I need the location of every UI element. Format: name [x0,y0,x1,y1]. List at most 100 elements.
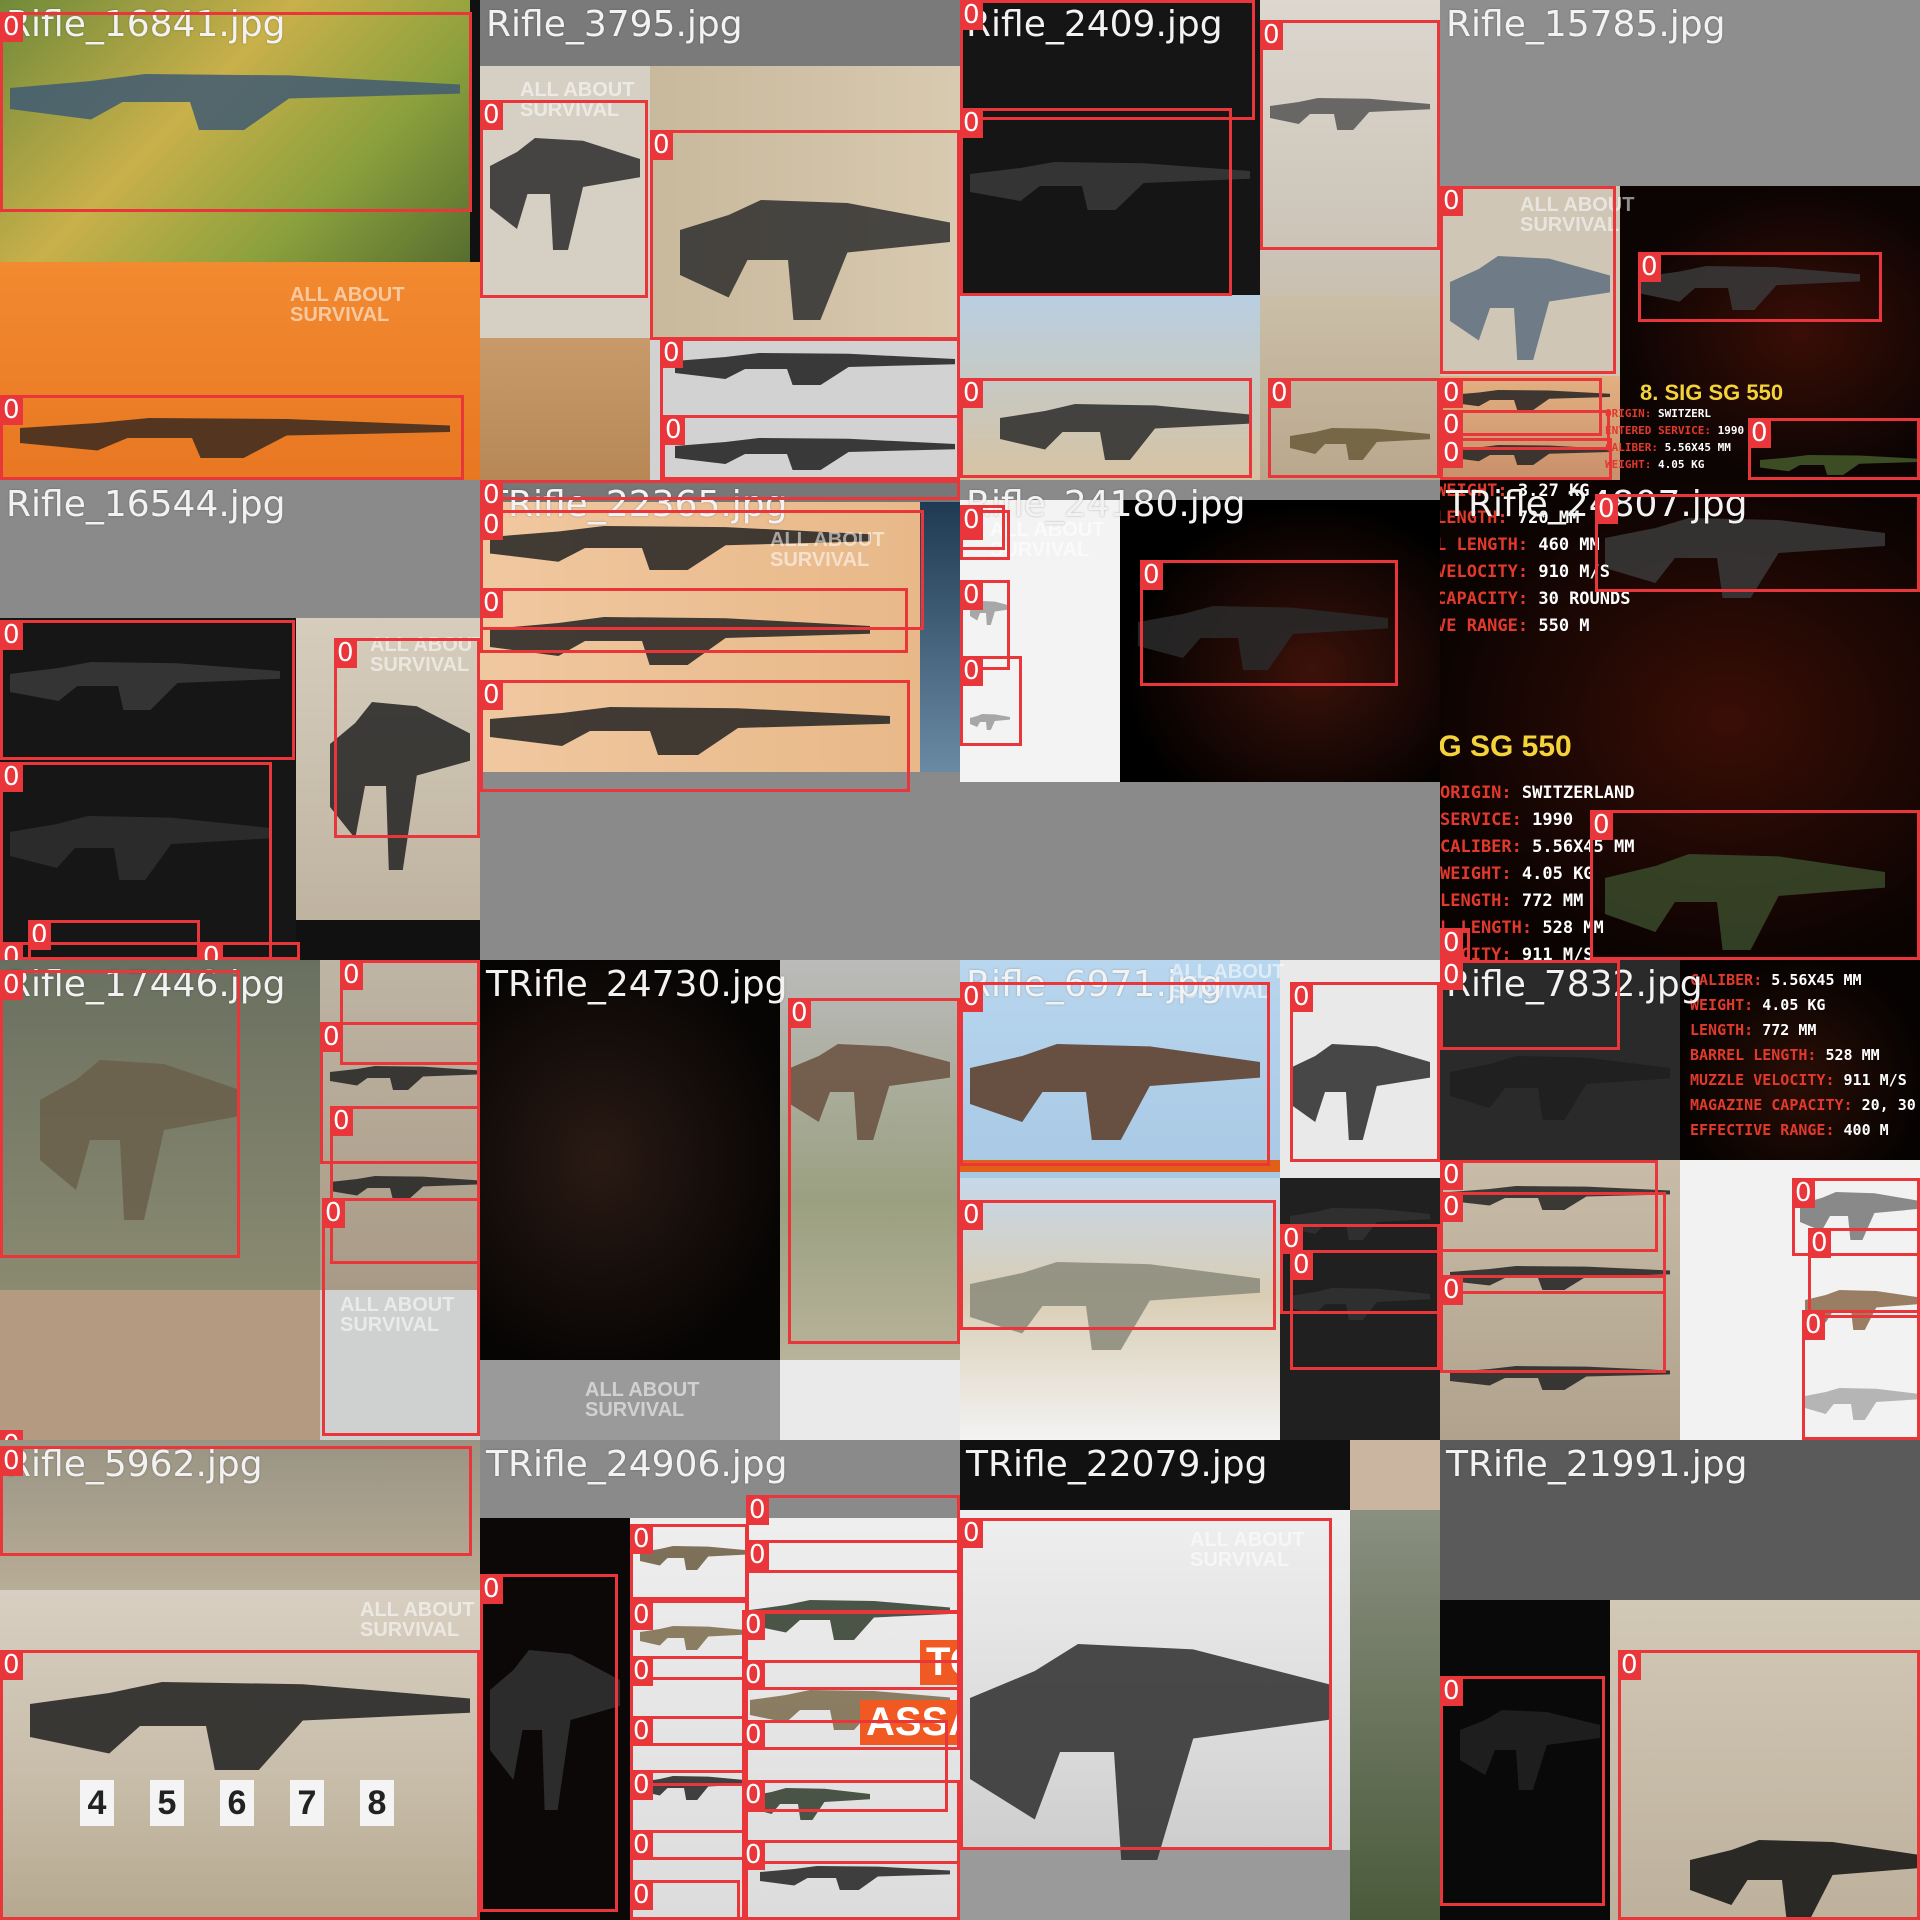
spec-key: WEIGHT: [1440,481,1518,501]
tile-rifle-5962-jpg: ALL ABOUT SURVIVAL 4 5 6 7 8 Rifle_5962.jpg 0 0 [0,1440,480,1920]
spec-value: 5.56X45 MM [1771,971,1862,989]
bounding-box: 0 [960,982,1270,1166]
tile-trifle-22365-jpg: ALL ABOUT SURVIVAL TRifle_22365.jpg 0 0 0 0 [480,480,960,960]
bounding-box: 0 [0,942,200,960]
bounding-box: 0 [1140,560,1398,686]
bounding-box: 0 [1440,1676,1605,1906]
spec-key: VELOCITY: [1440,562,1539,582]
bounding-box: 0 [200,942,300,960]
bounding-box: 0 [334,638,480,838]
class-label-badge: 0 [1440,410,1463,440]
spec-key: MAGAZINE CAPACITY: [1690,1096,1862,1114]
class-label-badge: 0 [742,1720,765,1750]
bounding-box: 0 [1440,1275,1666,1373]
bounding-box: 0 [960,656,1022,746]
class-label-badge: 0 [200,942,223,960]
class-label-badge: 0 [0,1430,23,1440]
class-label-badge: 0 [742,1660,765,1690]
class-label-badge: 0 [1440,928,1463,958]
class-label-badge: 0 [1260,20,1283,50]
class-label-badge: 0 [746,1540,769,1570]
class-label-badge: 0 [1440,1275,1463,1305]
class-label-badge: 0 [1440,378,1463,408]
spec-key: BARREL LENGTH: [1690,1046,1826,1064]
class-label-badge: 0 [1590,810,1613,840]
class-label-badge: 0 [960,656,983,686]
spec-key: WEIGHT: [1690,996,1763,1014]
class-label-badge: 0 [960,580,983,610]
class-label-badge: 0 [480,510,503,540]
bounding-box: 0 [1638,252,1882,322]
spec-value: 20, 30 ROUND [1861,1096,1916,1114]
class-label-badge: 0 [0,1650,23,1680]
class-label-badge: 0 [1440,1160,1463,1190]
spec-value: 5.56X45 MM [1664,441,1731,454]
spec-value: 400 M [1843,1121,1889,1139]
spec-key: CAPACITY: [1440,589,1539,609]
spec-row: ENTERED SERVICE: 1990 [1605,422,1744,439]
photo-region [920,502,960,772]
spec-key: ORIGIN: [1440,783,1522,803]
tile-rifle-16841-jpg: ALL ABOUT SURVIVAL Rifle_16841.jpg 0 0 [0,0,480,480]
class-label-badge: 0 [480,680,503,710]
bounding-box: 0 [480,480,960,510]
spec-key: ORIGIN: [1605,407,1658,420]
watermark-logo: ALL ABOUT SURVIVAL [360,1599,475,1641]
photo-region [780,1360,960,1440]
bounding-box: 0 [662,415,960,480]
tile-trifle-24906-jpg: TOASSAUTRifle_24906.jpg000000000000000 [480,1440,960,1920]
class-label-badge: 0 [322,1198,345,1228]
spec-value: 3.27 KG [1517,481,1590,501]
bounding-box: 0 [0,970,240,1258]
bounding-box: 0 [630,1880,740,1920]
photo-region [960,782,1440,960]
spec-key: L LENGTH: [1440,535,1539,555]
tile-trifle-21991-jpg: TRifle_21991.jpg 0 0 [1440,1440,1920,1920]
bounding-box: 0 [960,0,1255,120]
spec-value: 550 M [1538,616,1590,636]
spec-key: LENGTH: [1440,508,1518,528]
spec-key: EFFECTIVE RANGE: [1690,1121,1844,1139]
bounding-box: 0 [1440,928,1470,960]
spec-key: WEIGHT: [1605,458,1658,471]
bounding-box: 0 [1268,378,1440,478]
class-label-badge: 0 [340,960,363,990]
spec-list: CALIBER: 5.56X45 MM WEIGHT: 4.05 KG LENGTH… [1690,968,1920,1143]
spec-value: 911 M/S [1521,945,1594,960]
class-label-badge: 0 [742,1780,765,1810]
class-label-badge: 0 [330,1106,353,1136]
bounding-box: 0 [0,1430,23,1440]
photo-region [1440,0,1920,186]
bounding-box: 0 [1590,810,1920,960]
bounding-box: 0 [742,1840,960,1920]
spec-key: WEIGHT: [1440,864,1522,884]
tile-rifle-7832-jpg: CALIBER: 5.56X45 MM WEIGHT: 4.05 KG LENGTH… [1440,960,1920,1440]
spec-value: 460 MM [1538,535,1600,555]
bounding-box: 0 [322,1198,480,1436]
class-label-badge: 0 [1595,494,1618,524]
bounding-box: 0 [0,1650,480,1920]
class-label-badge: 0 [630,1600,653,1630]
class-label-badge: 0 [0,395,23,425]
class-label-badge: 0 [630,1830,653,1860]
spec-key: CALIBER: [1440,837,1533,857]
photo-region [960,480,1440,500]
bounding-box: 0 [1260,20,1440,250]
spec-row: BARREL LENGTH: 528 MM [1690,1043,1920,1068]
tile-rifle-2409-jpg: Rifle_2409.jpg 0 0 0 0 0 [960,0,1440,480]
class-label-badge: 0 [1440,438,1463,468]
spec-row: MAGAZINE CAPACITY: 20, 30 ROUND [1690,1093,1920,1118]
bounding-box: 0 [480,1574,618,1912]
spec-row: ORIGIN: SWITZERLAND [1440,780,1634,807]
spec-value: 4.05 KG [1657,458,1705,471]
spec-value: 528 MM [1825,1046,1880,1064]
bounding-box: 0 [960,108,1232,296]
class-label-badge: 0 [960,0,983,30]
class-label-badge: 0 [662,415,685,445]
photo-region [296,920,480,960]
class-label-badge: 0 [0,762,23,792]
class-label-badge: 0 [480,480,503,510]
spec-key: MUZZLE VELOCITY: [1690,1071,1844,1089]
bounding-box: 0 [1802,1310,1920,1440]
class-label-badge: 0 [1802,1310,1825,1340]
